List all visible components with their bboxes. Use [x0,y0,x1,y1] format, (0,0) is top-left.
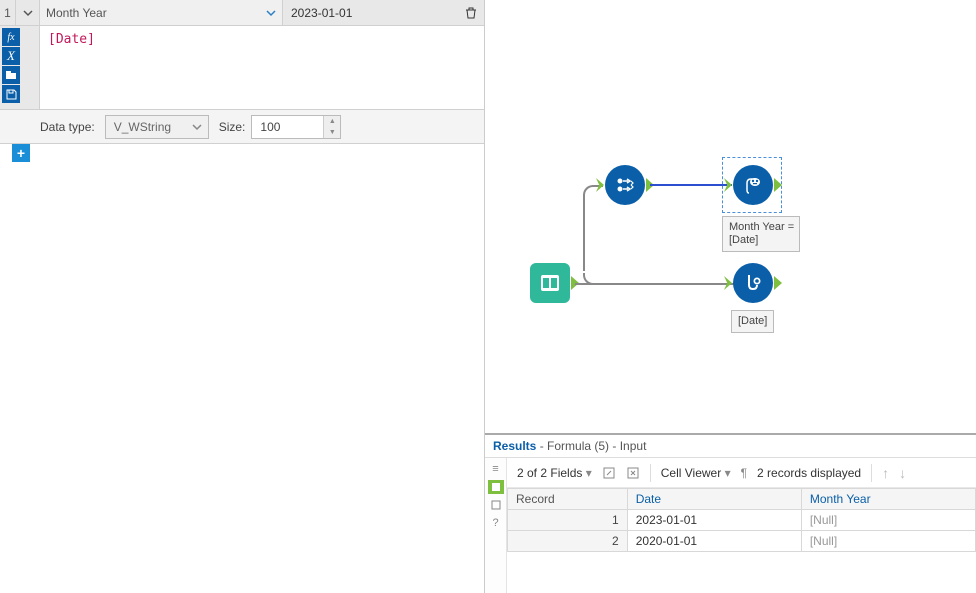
cell-record: 1 [508,510,628,531]
add-formula-button[interactable]: + [12,144,30,162]
wire [583,195,585,271]
data-preview-cell: 2023-01-01 [283,0,458,25]
cell-record: 2 [508,531,628,552]
nav-down-button[interactable]: ↓ [899,465,906,481]
formula-tool-node[interactable] [733,165,773,205]
variable-icon[interactable]: X [2,47,20,65]
spin-down-icon[interactable]: ▼ [324,127,340,138]
size-input[interactable]: 100 ▲ ▼ [251,115,341,139]
results-toolbar: 2 of 2 Fields ▾ Cell Viewer ▾ ¶ [507,458,976,488]
datatype-value: V_WString [114,120,171,134]
size-spinner[interactable]: ▲ ▼ [323,116,340,138]
row-index: 1 [0,0,16,25]
browse-tool-node[interactable] [733,263,773,303]
trash-icon [464,6,478,20]
select-tool-node[interactable] [605,165,645,205]
folder-icon[interactable] [2,66,20,84]
col-monthyear[interactable]: Month Year [801,489,975,510]
delete-row-button[interactable] [458,0,484,25]
col-record[interactable]: Record [508,489,628,510]
col-date[interactable]: Date [627,489,801,510]
separator [650,464,651,482]
formula-editor[interactable]: [Date] [40,26,484,109]
fx-icon[interactable]: fx [2,28,20,46]
results-sidebar: ≡ ? [485,458,507,593]
config-panel: 1 Month Year 2023-01-01 fx X [0,0,485,593]
metadata-view-icon[interactable] [488,498,504,512]
table-row[interactable]: 2 2020-01-01 [Null] [508,531,976,552]
datatype-dropdown[interactable]: V_WString [105,115,209,139]
results-grid[interactable]: Record Date Month Year 1 2023-01-01 [Nul… [507,488,976,552]
help-icon[interactable]: ? [488,516,504,530]
list-view-icon[interactable]: ≡ [488,462,504,476]
wire [650,184,732,186]
output-anchor[interactable] [774,276,782,290]
browse-icon [741,271,765,295]
results-title-text: Results [493,439,536,453]
chevron-down-icon [192,122,202,132]
size-label: Size: [219,120,246,134]
right-panel: Month Year = [Date] [Date] Results - For… [485,0,976,593]
size-value: 100 [260,120,280,134]
input-icon [537,270,563,296]
nav-up-button[interactable]: ↑ [882,465,889,481]
results-subtitle: - Formula (5) - Input [540,439,647,453]
output-column-dropdown[interactable]: Month Year [40,0,283,25]
formula-row: 1 Month Year 2023-01-01 [0,0,484,26]
formula-icon [741,173,765,197]
table-header-row: Record Date Month Year [508,489,976,510]
results-title: Results - Formula (5) - Input [485,435,976,457]
cell-monthyear: [Null] [801,531,975,552]
pilcrow-icon[interactable]: ¶ [741,466,747,480]
spin-up-icon[interactable]: ▲ [324,116,340,127]
fields-dropdown[interactable]: 2 of 2 Fields ▾ [517,466,592,480]
table-row[interactable]: 1 2023-01-01 [Null] [508,510,976,531]
input-tool-node[interactable] [530,263,570,303]
chevron-down-icon [266,8,276,18]
formula-gutter: fx X [0,26,40,109]
save-icon[interactable] [2,85,20,103]
data-view-icon[interactable] [488,480,504,494]
formula-editor-area: fx X [Date] [0,26,484,110]
clear-icon[interactable] [626,466,640,480]
cell-date: 2023-01-01 [627,510,801,531]
datatype-row: Data type: V_WString Size: 100 ▲ ▼ [0,110,484,144]
output-column-value: Month Year [46,6,107,20]
separator [871,464,872,482]
cell-date: 2020-01-01 [627,531,801,552]
workflow-canvas[interactable]: Month Year = [Date] [Date] [485,0,976,433]
cell-monthyear: [Null] [801,510,975,531]
results-pane: Results - Formula (5) - Input ≡ ? [485,433,976,593]
select-icon [613,173,637,197]
wire [575,283,735,285]
browse-annotation: [Date] [731,310,774,333]
edit-icon[interactable] [602,466,616,480]
expand-toggle[interactable] [16,0,40,25]
formula-annotation: Month Year = [Date] [722,216,800,252]
records-displayed: 2 records displayed [757,466,861,480]
cellviewer-dropdown[interactable]: Cell Viewer ▾ [661,466,731,480]
datatype-label: Data type: [40,120,95,134]
